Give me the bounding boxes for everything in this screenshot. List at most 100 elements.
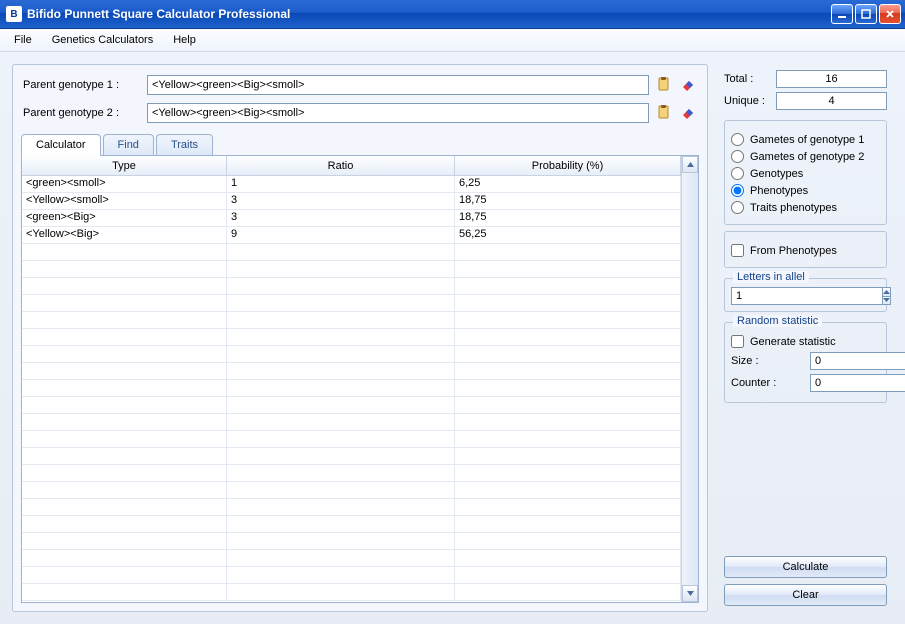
parent2-paste-button[interactable] — [655, 104, 673, 122]
scroll-track[interactable] — [682, 173, 698, 585]
window-title: Bifido Punnett Square Calculator Profess… — [27, 7, 831, 21]
parent-row-2: Parent genotype 2 : — [23, 103, 697, 123]
table-row-empty — [22, 414, 681, 431]
clipboard-icon — [656, 76, 672, 95]
cell-probability: 18,75 — [455, 210, 681, 226]
tab-find[interactable]: Find — [103, 134, 154, 156]
chevron-up-icon — [687, 162, 694, 167]
table-row[interactable]: <Yellow><smoll>318,75 — [22, 193, 681, 210]
table-row-empty — [22, 550, 681, 567]
radio-phenotypes-input[interactable] — [731, 184, 744, 197]
menu-help[interactable]: Help — [165, 30, 204, 50]
random-group-title: Random statistic — [733, 315, 822, 327]
counter-input[interactable] — [810, 374, 905, 392]
table-row[interactable]: <green><Big>318,75 — [22, 210, 681, 227]
menubar: File Genetics Calculators Help — [0, 29, 905, 52]
size-label: Size : — [731, 355, 804, 367]
close-button[interactable] — [879, 4, 901, 24]
window-controls — [831, 4, 901, 24]
table-row-empty — [22, 278, 681, 295]
cell-probability: 6,25 — [455, 176, 681, 192]
client-area: Parent genotype 1 : Parent genotype 2 : — [0, 52, 905, 624]
tab-traits[interactable]: Traits — [156, 134, 213, 156]
radio-gametes1[interactable]: Gametes of genotype 1 — [731, 133, 880, 146]
generate-statistic-checkbox[interactable]: Generate statistic — [731, 335, 880, 348]
letters-input[interactable] — [731, 287, 882, 305]
parent1-label: Parent genotype 1 : — [23, 79, 141, 91]
table-row-empty — [22, 295, 681, 312]
maximize-button[interactable] — [855, 4, 877, 24]
parent1-paste-button[interactable] — [655, 76, 673, 94]
from-phenotypes-group: From Phenotypes — [724, 231, 887, 268]
table-row-empty — [22, 397, 681, 414]
action-buttons: Calculate Clear — [724, 556, 887, 606]
table-row[interactable]: <Yellow><Big>956,25 — [22, 227, 681, 244]
unique-value: 4 — [776, 92, 887, 110]
scroll-up-button[interactable] — [682, 156, 698, 173]
cell-type: <green><Big> — [22, 210, 227, 226]
total-value: 16 — [776, 70, 887, 88]
radio-gametes2[interactable]: Gametes of genotype 2 — [731, 150, 880, 163]
radio-genotypes[interactable]: Genotypes — [731, 167, 880, 180]
generate-statistic-input[interactable] — [731, 335, 744, 348]
table-row-empty — [22, 329, 681, 346]
generate-statistic-label: Generate statistic — [750, 336, 836, 348]
left-panel: Parent genotype 1 : Parent genotype 2 : — [12, 64, 708, 612]
minimize-button[interactable] — [831, 4, 853, 24]
table-row-empty — [22, 567, 681, 584]
summary-box: Total : 16 Unique : 4 — [724, 70, 887, 114]
menu-genetics-calculators[interactable]: Genetics Calculators — [44, 30, 162, 50]
radio-genotypes-input[interactable] — [731, 167, 744, 180]
radio-traits-phenotypes-input[interactable] — [731, 201, 744, 214]
table-row-empty — [22, 516, 681, 533]
col-header-probability[interactable]: Probability (%) — [455, 156, 681, 175]
titlebar: B Bifido Punnett Square Calculator Profe… — [0, 0, 905, 29]
calculate-button[interactable]: Calculate — [724, 556, 887, 578]
radio-traits-phenotypes-label: Traits phenotypes — [750, 202, 837, 214]
table-row-empty — [22, 244, 681, 261]
table-row-empty — [22, 431, 681, 448]
total-label: Total : — [724, 73, 770, 85]
col-header-ratio[interactable]: Ratio — [227, 156, 455, 175]
from-phenotypes-label: From Phenotypes — [750, 245, 837, 257]
clear-button[interactable]: Clear — [724, 584, 887, 606]
size-input[interactable] — [810, 352, 905, 370]
tab-calculator[interactable]: Calculator — [21, 134, 101, 156]
table-row-empty — [22, 499, 681, 516]
from-phenotypes-input[interactable] — [731, 244, 744, 257]
tab-body: Type Ratio Probability (%) <green><smoll… — [21, 155, 699, 603]
radio-gametes2-input[interactable] — [731, 150, 744, 163]
radio-gametes1-label: Gametes of genotype 1 — [750, 134, 864, 146]
parent1-input[interactable] — [147, 75, 649, 95]
table-row-empty — [22, 380, 681, 397]
from-phenotypes-checkbox[interactable]: From Phenotypes — [731, 244, 880, 257]
table-row[interactable]: <green><smoll>16,25 — [22, 176, 681, 193]
menu-file[interactable]: File — [6, 30, 40, 50]
radio-gametes1-input[interactable] — [731, 133, 744, 146]
grid-body: <green><smoll>16,25<Yellow><smoll>318,75… — [22, 176, 681, 601]
radio-genotypes-label: Genotypes — [750, 168, 803, 180]
col-header-type[interactable]: Type — [22, 156, 227, 175]
radio-phenotypes[interactable]: Phenotypes — [731, 184, 880, 197]
random-statistic-group: Random statistic Generate statistic Size… — [724, 322, 887, 403]
table-row-empty — [22, 584, 681, 601]
radio-traits-phenotypes[interactable]: Traits phenotypes — [731, 201, 880, 214]
grid-header: Type Ratio Probability (%) — [22, 156, 681, 176]
table-row-empty — [22, 465, 681, 482]
scroll-down-button[interactable] — [682, 585, 698, 602]
letters-spin-down[interactable] — [883, 297, 890, 305]
table-row-empty — [22, 482, 681, 499]
parent2-erase-button[interactable] — [679, 104, 697, 122]
view-mode-group: Gametes of genotype 1 Gametes of genotyp… — [724, 120, 887, 225]
parent-row-1: Parent genotype 1 : — [23, 75, 697, 95]
clipboard-icon — [656, 104, 672, 123]
eraser-icon — [680, 104, 696, 123]
parent2-input[interactable] — [147, 103, 649, 123]
letters-spin-up[interactable] — [883, 288, 890, 297]
vertical-scrollbar[interactable] — [681, 156, 698, 602]
letters-group: Letters in allel — [724, 278, 887, 312]
right-panel: Total : 16 Unique : 4 Gametes of genotyp… — [718, 64, 893, 612]
cell-ratio: 3 — [227, 210, 455, 226]
parent1-erase-button[interactable] — [679, 76, 697, 94]
counter-label: Counter : — [731, 377, 804, 389]
